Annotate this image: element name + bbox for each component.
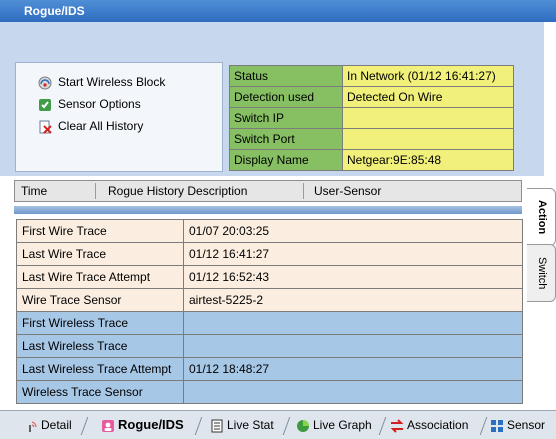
wireless-signal-icon [24,419,38,433]
title-bar: Rogue/IDS [0,0,556,22]
tab-live-stat[interactable]: Live Stat [208,415,274,435]
column-divider[interactable] [95,183,96,199]
tab-rogue-ids[interactable]: Rogue/IDS [99,415,184,435]
status-row: Display Name Netgear:9E:85:48 [229,149,514,171]
rogue-ids-icon [101,419,115,433]
trace-value [183,334,523,358]
status-key: Switch IP [229,107,343,129]
trace-value: 01/12 16:52:43 [183,265,523,289]
tab-live-stat-label: Live Stat [227,418,274,432]
table-row: Last Wireless Trace Attempt 01/12 18:48:… [16,357,523,381]
tab-live-graph[interactable]: Live Graph [294,415,372,435]
status-key: Status [229,65,343,87]
trace-value [183,311,523,335]
sensor-icon [490,419,504,433]
trace-table: First Wire Trace 01/07 20:03:25 Last Wir… [16,219,523,404]
status-value: In Network (01/12 16:41:27) [342,65,514,87]
association-icon [390,419,404,433]
sensor-options-action[interactable]: Sensor Options [38,95,141,113]
trace-value [183,380,523,404]
side-tab-action[interactable]: Action [527,188,556,246]
status-row: Switch IP [229,107,514,129]
status-key: Display Name [229,149,343,171]
tab-live-graph-label: Live Graph [313,418,372,432]
clear-all-history-action[interactable]: Clear All History [38,117,143,135]
live-stat-icon [210,419,224,433]
tab-association-label: Association [407,418,469,432]
status-table: Status In Network (01/12 16:41:27) Detec… [229,65,514,171]
tab-association[interactable]: Association [388,415,468,435]
tab-rogue-ids-label: Rogue/IDS [118,417,184,432]
tab-sensor-label: Sensor [507,418,546,432]
status-row: Switch Port [229,128,514,150]
clear-all-history-label: Clear All History [58,119,144,133]
table-row: Last Wire Trace Attempt 01/12 16:52:43 [16,265,523,289]
trace-key: Last Wire Trace Attempt [16,265,184,289]
column-divider[interactable] [303,183,304,199]
start-wireless-block-label: Start Wireless Block [58,75,166,89]
status-value: Detected On Wire [342,86,514,108]
bottom-tab-bar: Detail Rogue/IDS Live Stat Live Graph As… [0,410,556,439]
table-row: First Wire Trace 01/07 20:03:25 [16,219,523,243]
status-key: Switch Port [229,128,343,150]
side-tab-strip: Action Switch [527,180,556,410]
column-header-description[interactable]: Rogue History Description [108,181,247,201]
trace-value: airtest-5225-2 [183,288,523,312]
trace-value: 01/07 20:03:25 [183,219,523,243]
table-row: Last Wireless Trace [16,334,523,358]
table-row: Wireless Trace Sensor [16,380,523,404]
trace-key: First Wireless Trace [16,311,184,335]
status-row: Detection used Detected On Wire [229,86,514,108]
status-key: Detection used [229,86,343,108]
status-value: Netgear:9E:85:48 [342,149,514,171]
tab-separator [80,417,89,435]
live-graph-icon [296,419,310,433]
tab-separator [194,417,203,435]
trace-key: First Wire Trace [16,219,184,243]
sensor-options-label: Sensor Options [58,97,141,111]
table-row: Wire Trace Sensor airtest-5225-2 [16,288,523,312]
action-menu: Start Wireless Block Sensor Options Clea… [15,62,223,172]
tab-separator [282,417,291,435]
column-header-time[interactable]: Time [21,181,47,201]
trace-key: Last Wireless Trace [16,334,184,358]
column-header-user-sensor[interactable]: User-Sensor [314,181,381,201]
clear-history-icon [38,120,52,134]
sensor-options-icon [38,98,52,112]
trace-key: Wireless Trace Sensor [16,380,184,404]
start-wireless-block-action[interactable]: Start Wireless Block [38,73,165,91]
tab-separator [378,417,387,435]
status-value [342,107,514,129]
side-tab-switch[interactable]: Switch [527,244,556,302]
trace-value: 01/12 16:41:27 [183,242,523,266]
tab-detail[interactable]: Detail [22,415,72,435]
trace-key: Wire Trace Sensor [16,288,184,312]
trace-key: Last Wire Trace [16,242,184,266]
history-table-header: Time Rogue History Description User-Sens… [14,180,522,202]
trace-value: 01/12 18:48:27 [183,357,523,381]
tab-separator [479,417,488,435]
rogue-info-panel: Start Wireless Block Sensor Options Clea… [0,22,544,176]
table-row: First Wireless Trace [16,311,523,335]
panel-splitter[interactable] [14,206,522,214]
tab-sensor[interactable]: Sensor [488,415,545,435]
window-title: Rogue/IDS [24,4,85,18]
wireless-block-icon [38,76,52,90]
status-value [342,128,514,150]
table-row: Last Wire Trace 01/12 16:41:27 [16,242,523,266]
tab-detail-label: Detail [41,418,72,432]
status-row: Status In Network (01/12 16:41:27) [229,65,514,87]
trace-key: Last Wireless Trace Attempt [16,357,184,381]
